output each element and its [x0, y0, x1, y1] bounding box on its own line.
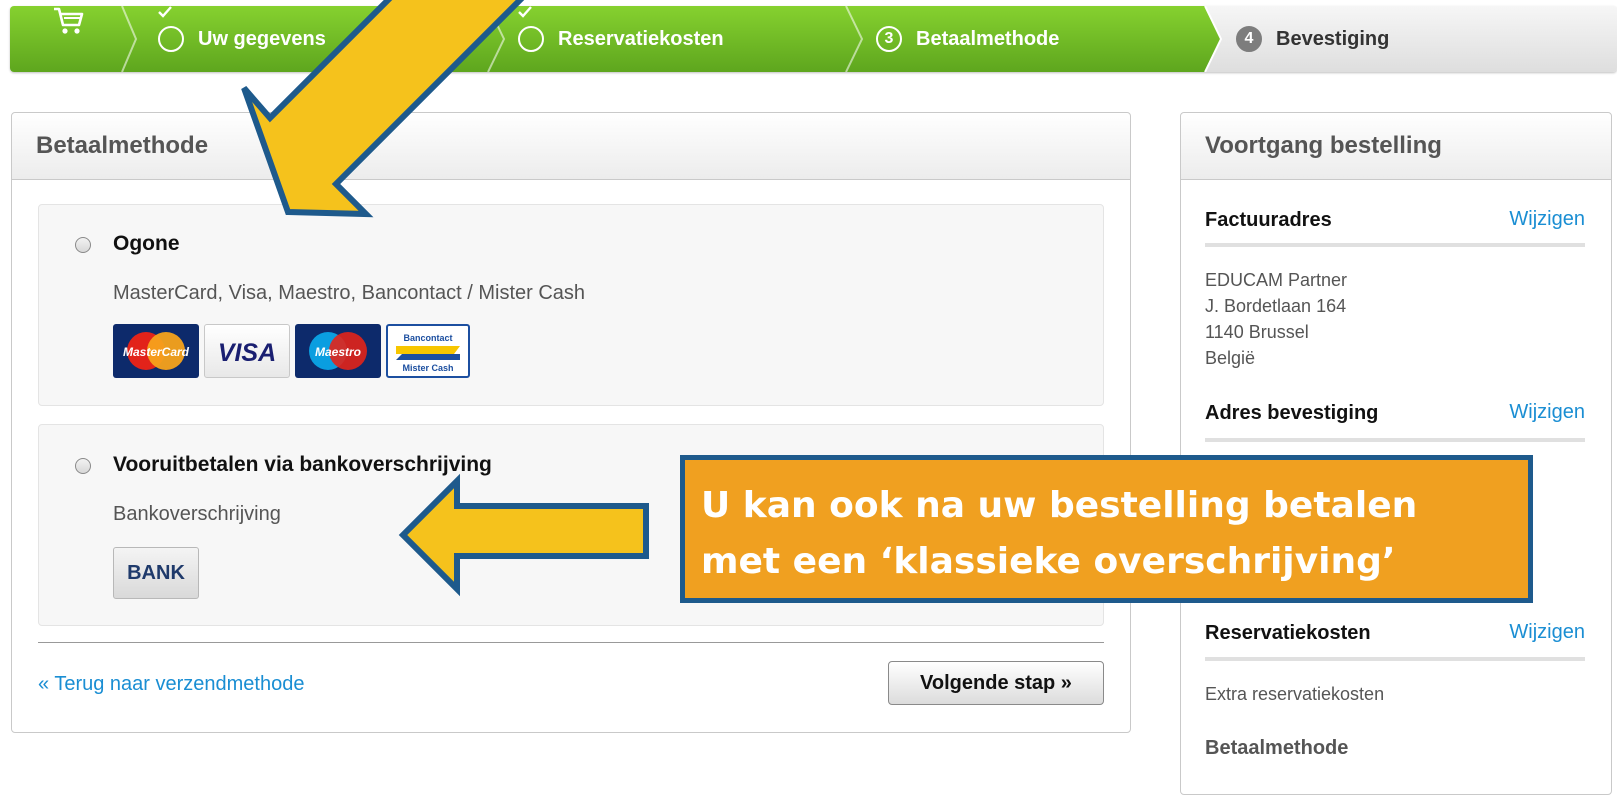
step-label: Betaalmethode — [916, 27, 1060, 50]
edit-invoice-address-link[interactable]: Wijzigen — [1509, 208, 1585, 231]
step-uw-gegevens[interactable]: Uw gegevens — [158, 6, 326, 72]
svg-text:Maestro: Maestro — [315, 345, 361, 359]
option-description: Bankoverschrijving — [113, 503, 281, 525]
address-line: België — [1205, 348, 1256, 368]
option-description: MasterCard, Visa, Maestro, Bancontact / … — [113, 282, 586, 304]
edit-reservation-link[interactable]: Wijzigen — [1509, 621, 1585, 644]
panel-title: Voortgang bestelling — [1181, 113, 1611, 180]
callout-line: met een ‘klassieke overschrijving’ — [701, 541, 1396, 582]
card-logos: MasterCard VISA Maestro Bancontact Miste… — [113, 324, 470, 378]
bank-logo: BANK — [113, 547, 199, 599]
step-label: Reservatiekosten — [558, 27, 724, 50]
divider — [38, 642, 1104, 643]
callout-line: U kan ook na uw bestelling betalen — [701, 485, 1418, 526]
step-number-4: 4 — [1236, 26, 1262, 52]
bank-logos: BANK — [113, 547, 199, 599]
payment-method-panel: Betaalmethode Ogone MasterCard, Visa, Ma… — [11, 112, 1131, 733]
svg-text:MasterCard: MasterCard — [123, 345, 190, 359]
visa-logo: VISA — [204, 324, 290, 378]
step-betaalmethode: 3 Betaalmethode — [876, 6, 1059, 72]
next-step-button[interactable]: Volgende stap » — [888, 661, 1104, 705]
payment-option-ogone[interactable]: Ogone MasterCard, Visa, Maestro, Bancont… — [38, 204, 1104, 406]
step-label: Uw gegevens — [198, 27, 326, 50]
check-icon — [518, 6, 544, 52]
bancontact-logo: Bancontact Mister Cash — [386, 324, 470, 378]
invoice-address: EDUCAM Partner J. Bordetlaan 164 1140 Br… — [1205, 267, 1347, 371]
payment-method-title: Betaalmethode — [1205, 737, 1349, 759]
order-progress-panel: Voortgang bestelling Factuuradres Wijzig… — [1180, 112, 1612, 795]
step-label: Bevestiging — [1276, 27, 1390, 50]
section-underline — [1205, 657, 1585, 661]
checkout-progress-bar: Uw gegevens Reservatiekosten 3 Betaalmet… — [10, 6, 1617, 72]
svg-text:Mister Cash: Mister Cash — [402, 363, 453, 373]
check-icon — [158, 6, 184, 52]
svg-text:Bancontact: Bancontact — [403, 333, 452, 343]
maestro-logo: Maestro — [295, 324, 381, 378]
back-to-shipping-link[interactable]: « Terug naar verzendmethode — [38, 673, 304, 696]
reservation-costs-value: Extra reservatiekosten — [1205, 684, 1385, 704]
svg-text:VISA: VISA — [218, 339, 276, 367]
section-underline — [1205, 438, 1585, 442]
address-line: 1140 Brussel — [1205, 322, 1309, 342]
step-number-3: 3 — [876, 26, 902, 52]
step-reservatiekosten[interactable]: Reservatiekosten — [518, 6, 724, 72]
annotation-callout: U kan ook na uw bestelling betalen met e… — [680, 455, 1533, 603]
step-bevestiging: 4 Bevestiging — [1236, 6, 1389, 72]
bank-transfer-radio[interactable] — [75, 458, 91, 474]
invoice-address-title: Factuuradres — [1205, 209, 1332, 231]
address-line: EDUCAM Partner — [1205, 270, 1348, 290]
address-confirm-title: Adres bevestiging — [1205, 402, 1379, 424]
option-title: Ogone — [113, 232, 180, 255]
panel-title: Betaalmethode — [12, 113, 1130, 180]
address-line: J. Bordetlaan 164 — [1205, 296, 1347, 316]
edit-address-confirm-link[interactable]: Wijzigen — [1509, 401, 1585, 424]
cart-icon — [54, 7, 84, 34]
mastercard-logo: MasterCard — [113, 324, 199, 378]
ogone-radio[interactable] — [75, 237, 91, 253]
option-title: Vooruitbetalen via bankoverschrijving — [113, 453, 492, 476]
reservation-costs-title: Reservatiekosten — [1205, 622, 1371, 644]
section-underline — [1205, 243, 1585, 247]
